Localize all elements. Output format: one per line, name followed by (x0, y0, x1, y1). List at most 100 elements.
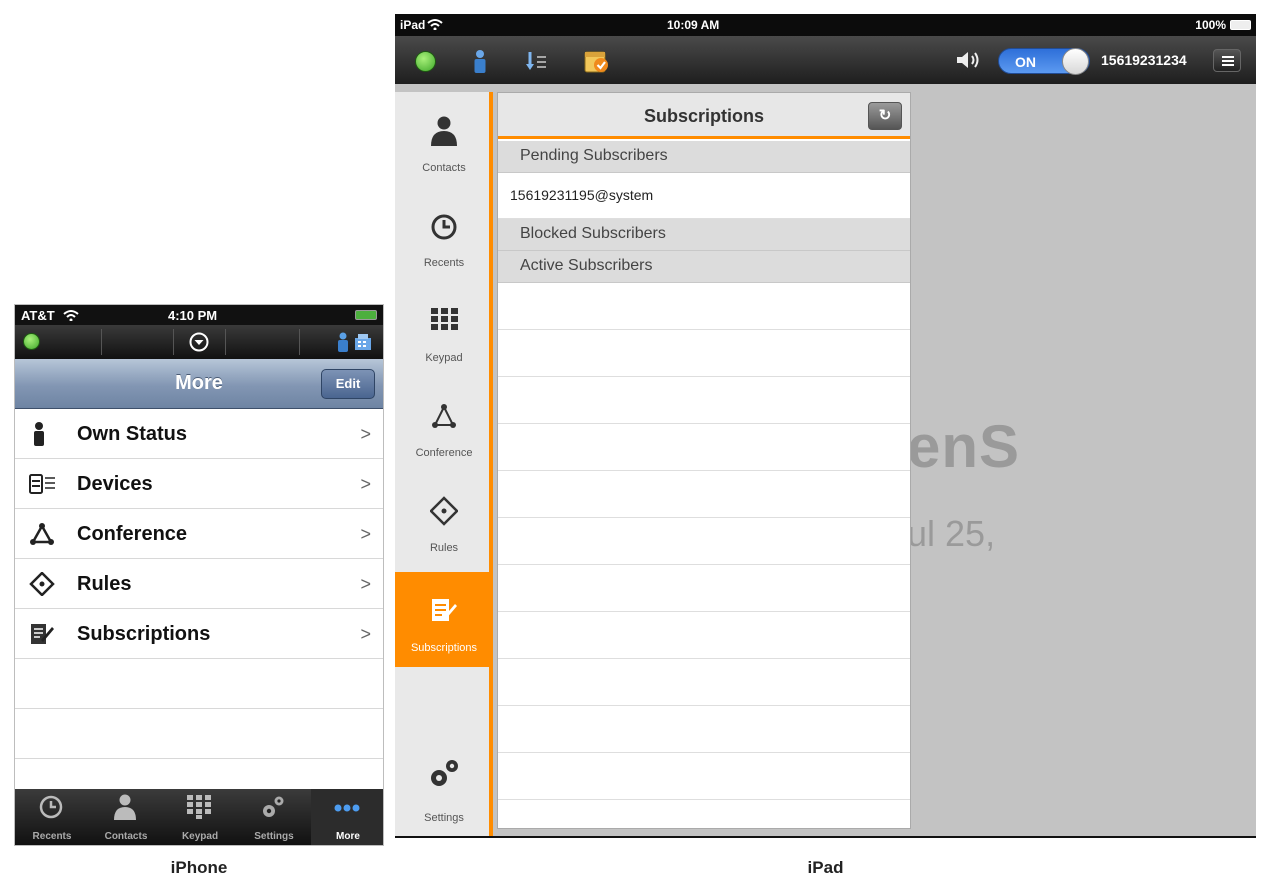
ipad-toolbar: ON 15619231234 (395, 36, 1256, 84)
speaker-icon[interactable] (955, 49, 983, 71)
sidebar-item-keypad[interactable]: Keypad (395, 282, 493, 377)
subscriptions-panel: Subscriptions ↻ Pending Subscribers 1561… (497, 92, 911, 829)
sidebar-item-recents[interactable]: Recents (395, 187, 493, 282)
tab-settings[interactable]: Settings (237, 789, 311, 845)
ipad-screen: iPad 10:09 AM 100% ON 15619231234 enS ul… (395, 14, 1256, 838)
sidebar-label: Keypad (425, 352, 463, 364)
background-text: enS (907, 413, 1021, 480)
wifi-icon (427, 19, 443, 30)
ipad-caption: iPad (807, 858, 844, 877)
availability-toggle[interactable]: ON (998, 48, 1090, 75)
background-text: ul 25, (907, 513, 996, 554)
iphone-screen: AT&T 4:10 PM More Edit Own Status > Devi… (14, 304, 384, 846)
more-row-conference[interactable]: Conference > (15, 509, 383, 559)
edit-button[interactable]: Edit (321, 369, 375, 399)
empty-row (498, 565, 910, 612)
empty-row (498, 612, 910, 659)
person-icon[interactable] (337, 332, 349, 352)
dropdown-circle-icon[interactable] (189, 332, 209, 352)
keypad-icon (431, 308, 458, 330)
clock-icon (39, 795, 63, 819)
empty-row (498, 424, 910, 471)
presence-status-icon[interactable] (415, 51, 436, 72)
status-time: 10:09 AM (667, 18, 720, 32)
devices-icon (29, 474, 55, 494)
empty-row (498, 800, 910, 828)
sort-list-icon[interactable] (525, 50, 547, 72)
conference-icon (30, 523, 54, 545)
tab-label: Keypad (181, 831, 219, 842)
sidebar-item-settings[interactable]: Settings (395, 742, 493, 836)
sidebar-item-rules[interactable]: Rules (395, 472, 493, 567)
sidebar-item-conference[interactable]: Conference (395, 377, 493, 472)
toggle-label: ON (1015, 54, 1036, 70)
more-row-subscriptions[interactable]: Subscriptions > (15, 609, 383, 659)
person-icon (431, 116, 457, 146)
chevron-right-icon: > (360, 524, 371, 544)
carrier-label: AT&T (21, 308, 55, 323)
empty-row (498, 706, 910, 753)
clock-icon (431, 214, 457, 240)
empty-row (15, 709, 383, 759)
sidebar-label: Settings (424, 812, 464, 824)
status-time: 4:10 PM (168, 308, 218, 323)
tab-recents[interactable]: Recents (15, 789, 89, 845)
sidebar-item-contacts[interactable]: Contacts (395, 92, 493, 187)
tab-label: Recents (32, 831, 72, 842)
row-label: Devices (77, 473, 153, 495)
chevron-right-icon: > (360, 474, 371, 494)
row-label: Subscriptions (77, 623, 211, 645)
empty-row (498, 283, 910, 330)
keypad-icon (187, 795, 211, 819)
tab-keypad[interactable]: Keypad (163, 789, 237, 845)
battery-percent: 100% (1195, 18, 1226, 32)
iphone-status-bar: AT&T 4:10 PM (15, 305, 383, 325)
gears-icon (431, 760, 458, 786)
sidebar-label: Subscriptions (410, 642, 478, 654)
more-row-rules[interactable]: Rules > (15, 559, 383, 609)
row-label: Conference (77, 523, 188, 545)
empty-row (498, 753, 910, 800)
empty-row (15, 659, 383, 709)
presence-status-icon[interactable] (23, 333, 40, 350)
ipad-status-bar: iPad 10:09 AM 100% (395, 14, 1256, 36)
refresh-icon: ↻ (878, 107, 892, 124)
panel-header: Subscriptions ↻ (498, 93, 910, 139)
person-icon (34, 422, 44, 446)
desk-phone-icon[interactable] (353, 334, 373, 351)
chevron-right-icon: > (360, 424, 371, 444)
battery-icon (355, 310, 377, 320)
wifi-icon (63, 310, 79, 321)
battery-icon (1230, 20, 1251, 30)
phone-number: 15619231234 (1101, 52, 1187, 68)
section-header-blocked: Blocked Subscribers (498, 219, 910, 251)
person-icon (114, 794, 136, 820)
tab-contacts[interactable]: Contacts (89, 789, 163, 845)
calendar-check-icon[interactable] (584, 48, 610, 74)
subscriptions-icon (432, 599, 457, 621)
person-icon[interactable] (473, 49, 487, 73)
tab-more[interactable]: More (311, 789, 383, 845)
iphone-presence-toolbar (15, 325, 383, 359)
subscriber-row[interactable]: 15619231195@system (498, 173, 910, 219)
menu-button[interactable] (1213, 49, 1241, 72)
more-row-devices[interactable]: Devices > (15, 459, 383, 509)
section-header-pending: Pending Subscribers (498, 141, 910, 173)
sidebar-label: Contacts (422, 162, 466, 174)
empty-row (498, 659, 910, 706)
iphone-tab-bar: Recents Contacts Keypad Settings More (15, 789, 383, 845)
panel-title: Subscriptions (643, 106, 764, 126)
row-label: Own Status (77, 423, 188, 445)
device-label: iPad (400, 18, 426, 32)
sidebar-label: Conference (415, 447, 473, 459)
tab-label: More (336, 831, 360, 842)
subscriptions-icon (31, 624, 54, 644)
more-row-own-status[interactable]: Own Status > (15, 409, 383, 459)
tab-label: Settings (254, 831, 294, 842)
section-header-active: Active Subscribers (498, 251, 910, 283)
refresh-button[interactable]: ↻ (868, 102, 902, 130)
chevron-right-icon: > (360, 624, 371, 644)
sidebar-item-subscriptions[interactable]: Subscriptions (395, 572, 493, 667)
ipad-sidebar: Contacts Recents Keypad Conference Rules… (395, 92, 493, 836)
empty-row (498, 471, 910, 518)
